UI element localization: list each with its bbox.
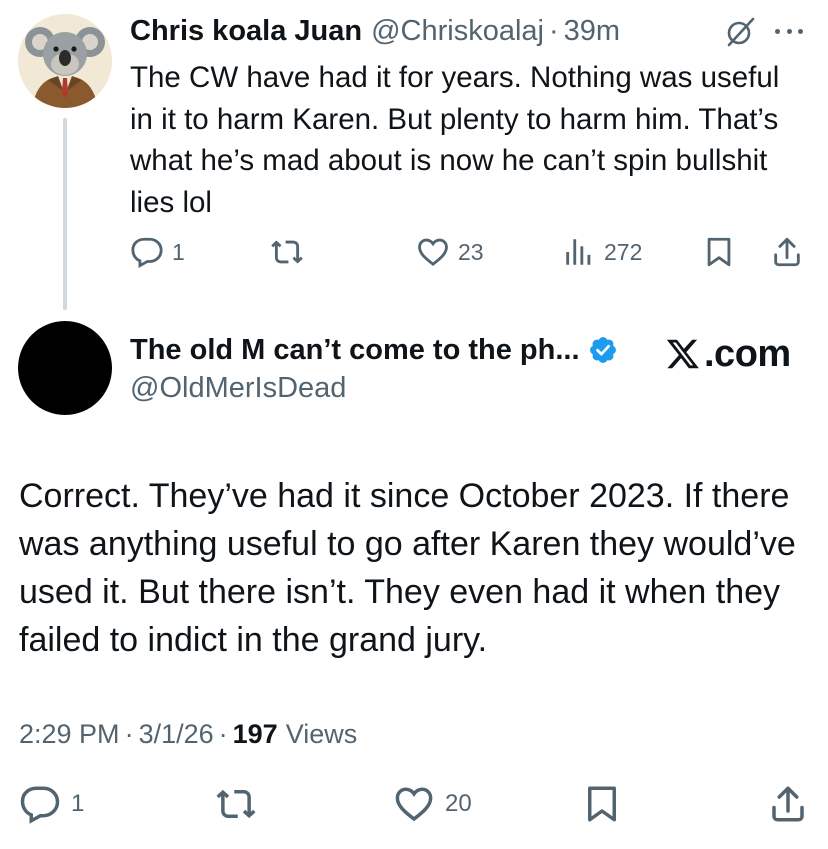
grok-icon[interactable] (722, 14, 758, 50)
tweet-metadata: 2:29 PM · 3/1/26 · 197 Views (19, 714, 357, 754)
user-handle[interactable]: @Chriskoalaj (371, 15, 544, 48)
reply-text: The CW have had it for years. Nothing wa… (130, 61, 780, 219)
reply-button[interactable]: 1 (19, 780, 84, 828)
repost-icon (271, 240, 303, 264)
share-icon (774, 237, 800, 267)
like-button[interactable]: 23 (416, 232, 484, 272)
main-action-bar: 1 20 (19, 780, 811, 828)
repost-button[interactable] (270, 232, 312, 272)
share-button[interactable] (770, 232, 804, 272)
bookmark-icon (707, 237, 731, 267)
bookmark-icon (588, 786, 616, 822)
display-name[interactable]: The old M can’t come to the ph... (130, 334, 580, 367)
main-tweet-text: Correct. They’ve had it since October 20… (19, 477, 796, 659)
verified-badge-icon (589, 337, 616, 363)
share-icon (772, 786, 804, 822)
repost-icon (216, 789, 256, 819)
reply-button[interactable]: 1 (130, 232, 185, 272)
bookmark-button[interactable] (702, 232, 736, 272)
display-name[interactable]: Chris koala Juan (130, 15, 362, 48)
repost-button[interactable] (215, 780, 267, 828)
koala-avatar-image (18, 14, 112, 108)
heart-icon (418, 238, 448, 266)
reply-header: Chris koala Juan @Chriskoalaj · 39m (130, 11, 620, 51)
reply-icon (20, 786, 60, 824)
x-brand-watermark: .com (664, 333, 791, 375)
thread-connector-line (63, 118, 67, 310)
tweet-time[interactable]: 2:29 PM (19, 719, 120, 750)
views-count[interactable]: 197 (233, 719, 278, 750)
more-options-icon[interactable] (772, 16, 806, 46)
main-tweet-header: The old M can’t come to the ph... (130, 330, 618, 370)
avatar[interactable] (18, 14, 112, 108)
separator-dot: · (124, 718, 134, 749)
share-button[interactable] (767, 780, 809, 828)
like-count: 20 (445, 790, 472, 817)
timestamp[interactable]: 39m (564, 15, 620, 48)
like-button[interactable]: 20 (393, 780, 472, 828)
views-count: 272 (604, 238, 643, 265)
heart-icon (395, 787, 433, 822)
avatar[interactable] (18, 321, 112, 415)
user-handle[interactable]: @OldMerIsDead (130, 368, 346, 408)
tweet-date[interactable]: 3/1/26 (139, 719, 214, 750)
bookmark-button[interactable] (581, 780, 623, 828)
separator-dot: · (548, 14, 559, 47)
reply-count: 1 (172, 238, 185, 265)
views-chart-icon (566, 239, 591, 265)
separator-dot: · (218, 718, 228, 749)
views-button[interactable]: 272 (562, 232, 642, 272)
reply-icon (131, 237, 163, 269)
reply-tweet[interactable]: Chris koala Juan @Chriskoalaj · 39m The … (0, 0, 828, 310)
views-label: Views (285, 718, 358, 749)
brand-text: .com (704, 332, 791, 375)
reply-count: 1 (71, 790, 85, 817)
like-count: 23 (458, 238, 484, 265)
reply-action-bar: 1 23 272 (130, 232, 810, 272)
x-logo-icon (666, 339, 699, 369)
